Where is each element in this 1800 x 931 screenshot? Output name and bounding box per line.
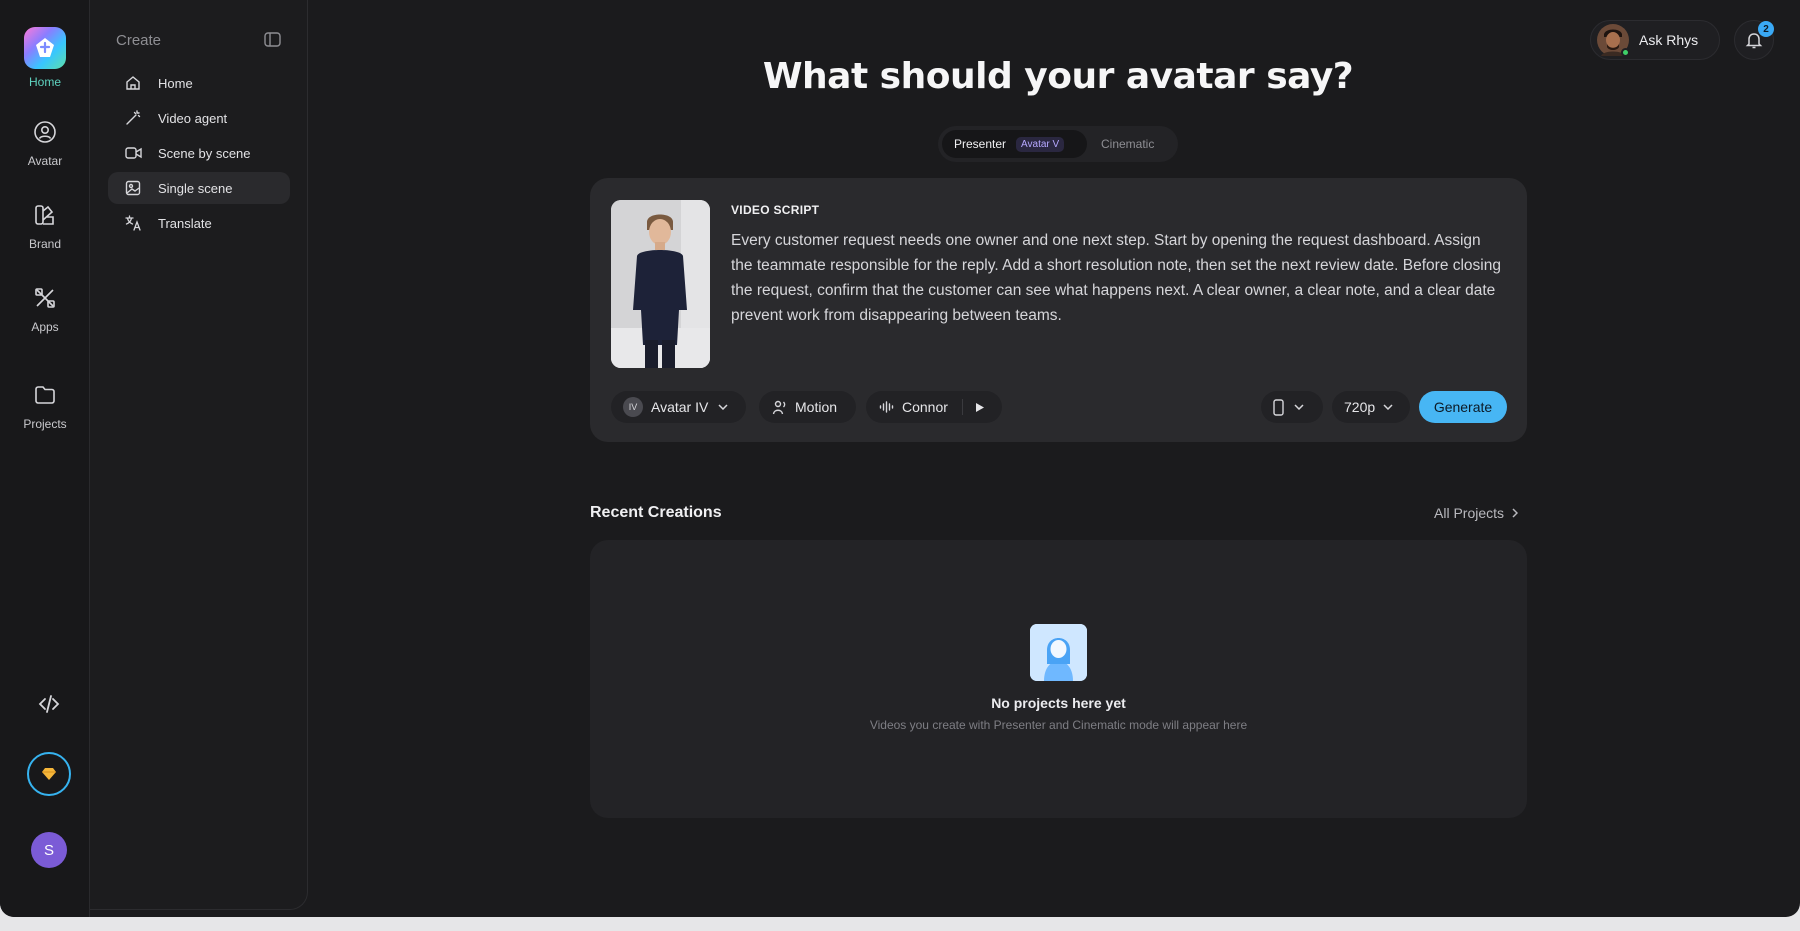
avatar-model-dropdown[interactable]: IV Avatar IV bbox=[611, 391, 746, 423]
sidebar-item-label: Scene by scene bbox=[158, 145, 251, 161]
rail-label-brand: Brand bbox=[28, 237, 62, 251]
mode-cinematic-tab[interactable]: Cinematic bbox=[1087, 130, 1166, 158]
rail-label-projects: Projects bbox=[23, 417, 67, 431]
mode-presenter-tab[interactable]: Presenter Avatar V bbox=[942, 130, 1087, 158]
rail-label-apps: Apps bbox=[31, 320, 59, 334]
script-card: VIDEO SCRIPT Every customer request need… bbox=[590, 178, 1527, 442]
resolution-label: 720p bbox=[1344, 399, 1376, 415]
sidebar-toggle-icon bbox=[264, 32, 281, 47]
translate-icon bbox=[124, 214, 142, 232]
folder-icon bbox=[30, 380, 60, 410]
empty-state-title: No projects here yet bbox=[991, 695, 1126, 711]
sidebar-item-label: Single scene bbox=[158, 180, 233, 196]
motion-person-icon bbox=[771, 399, 787, 415]
sidebar-header: Create bbox=[116, 32, 162, 49]
user-avatar[interactable]: S bbox=[31, 832, 67, 868]
image-icon bbox=[124, 179, 142, 197]
code-icon bbox=[38, 695, 60, 713]
recent-creations-panel: No projects here yet Videos you create w… bbox=[590, 540, 1527, 818]
empty-state-subtitle: Videos you create with Presenter and Cin… bbox=[869, 718, 1248, 732]
home-icon bbox=[124, 74, 142, 92]
rail-item-apps[interactable]: Apps bbox=[0, 283, 90, 334]
apps-tools-icon bbox=[30, 283, 60, 313]
sidebar-item-scene-by-scene[interactable]: Scene by scene bbox=[108, 137, 290, 169]
voice-selector[interactable]: Connor bbox=[866, 391, 1002, 423]
aspect-ratio-dropdown[interactable] bbox=[1261, 391, 1323, 423]
rail-item-home[interactable]: Home bbox=[0, 27, 90, 89]
script-label: VIDEO SCRIPT bbox=[731, 203, 820, 217]
video-camera-icon bbox=[124, 144, 142, 162]
sidebar-item-home[interactable]: Home bbox=[108, 67, 290, 99]
app-window: Home Avatar Brand Apps Projects S Create… bbox=[0, 0, 1800, 917]
sidebar-item-label: Video agent bbox=[158, 110, 228, 126]
avatar-icon bbox=[30, 117, 60, 147]
portrait-phone-icon bbox=[1273, 398, 1284, 416]
rail-item-projects[interactable]: Projects bbox=[0, 380, 90, 431]
rail-label-home: Home bbox=[28, 75, 61, 89]
primary-rail: Home Avatar Brand Apps Projects S bbox=[0, 0, 90, 917]
rail-label-avatar: Avatar bbox=[27, 154, 63, 168]
upgrade-button[interactable] bbox=[27, 752, 71, 796]
mode-presenter-label: Presenter bbox=[954, 137, 1007, 151]
chevron-down-icon bbox=[718, 404, 728, 410]
sidebar-collapse-button[interactable] bbox=[264, 32, 282, 48]
rail-item-avatar[interactable]: Avatar bbox=[0, 117, 90, 168]
sidebar-item-label: Home bbox=[158, 75, 193, 91]
rail-item-brand[interactable]: Brand bbox=[0, 200, 90, 251]
empty-state-illustration-icon bbox=[1030, 624, 1087, 681]
page-title: What should your avatar say? bbox=[762, 56, 1354, 97]
voice-preview-play-button[interactable] bbox=[975, 402, 985, 413]
online-status-dot bbox=[1621, 48, 1630, 57]
all-projects-label: All Projects bbox=[1434, 505, 1505, 521]
sidebar-item-label: Translate bbox=[158, 215, 212, 231]
brand-palette-icon bbox=[30, 200, 60, 230]
avatar-model-badge: IV bbox=[623, 397, 643, 417]
avatar-preview-image[interactable] bbox=[611, 200, 710, 368]
motion-label: Motion bbox=[795, 399, 838, 415]
avatar-version-badge: Avatar V bbox=[1016, 136, 1065, 152]
voice-divider bbox=[961, 399, 963, 415]
recent-creations-heading: Recent Creations bbox=[590, 504, 722, 521]
all-projects-link[interactable]: All Projects bbox=[1434, 505, 1519, 521]
magic-wand-icon bbox=[124, 109, 142, 127]
ask-assistant-button[interactable]: Ask Rhys bbox=[1590, 20, 1720, 60]
motion-button[interactable]: Motion bbox=[759, 391, 856, 423]
mode-toggle: Presenter Avatar V Cinematic bbox=[938, 126, 1178, 162]
chevron-right-icon bbox=[1512, 508, 1519, 518]
chevron-down-icon bbox=[1383, 404, 1393, 410]
sidebar-item-translate[interactable]: Translate bbox=[108, 207, 290, 239]
developer-code-button[interactable] bbox=[33, 688, 65, 720]
create-sidebar: Create Home Video agent Scene by scene S… bbox=[90, 0, 308, 910]
ask-assistant-label: Ask Rhys bbox=[1639, 32, 1699, 48]
chevron-down-icon bbox=[1294, 404, 1304, 410]
script-textarea[interactable]: Every customer request needs one owner a… bbox=[731, 228, 1501, 328]
sidebar-item-single-scene[interactable]: Single scene bbox=[108, 172, 290, 204]
voice-waveform-icon bbox=[878, 399, 894, 415]
avatar-model-label: Avatar IV bbox=[651, 399, 709, 415]
assistant-avatar bbox=[1597, 24, 1630, 57]
voice-name-label: Connor bbox=[902, 399, 948, 415]
generate-button[interactable]: Generate bbox=[1419, 391, 1507, 423]
sidebar-item-video-agent[interactable]: Video agent bbox=[108, 102, 290, 134]
diamond-icon bbox=[42, 768, 56, 780]
resolution-dropdown[interactable]: 720p bbox=[1332, 391, 1410, 423]
app-logo-icon bbox=[24, 27, 66, 69]
play-icon bbox=[975, 402, 984, 412]
notification-count-badge: 2 bbox=[1758, 21, 1774, 37]
